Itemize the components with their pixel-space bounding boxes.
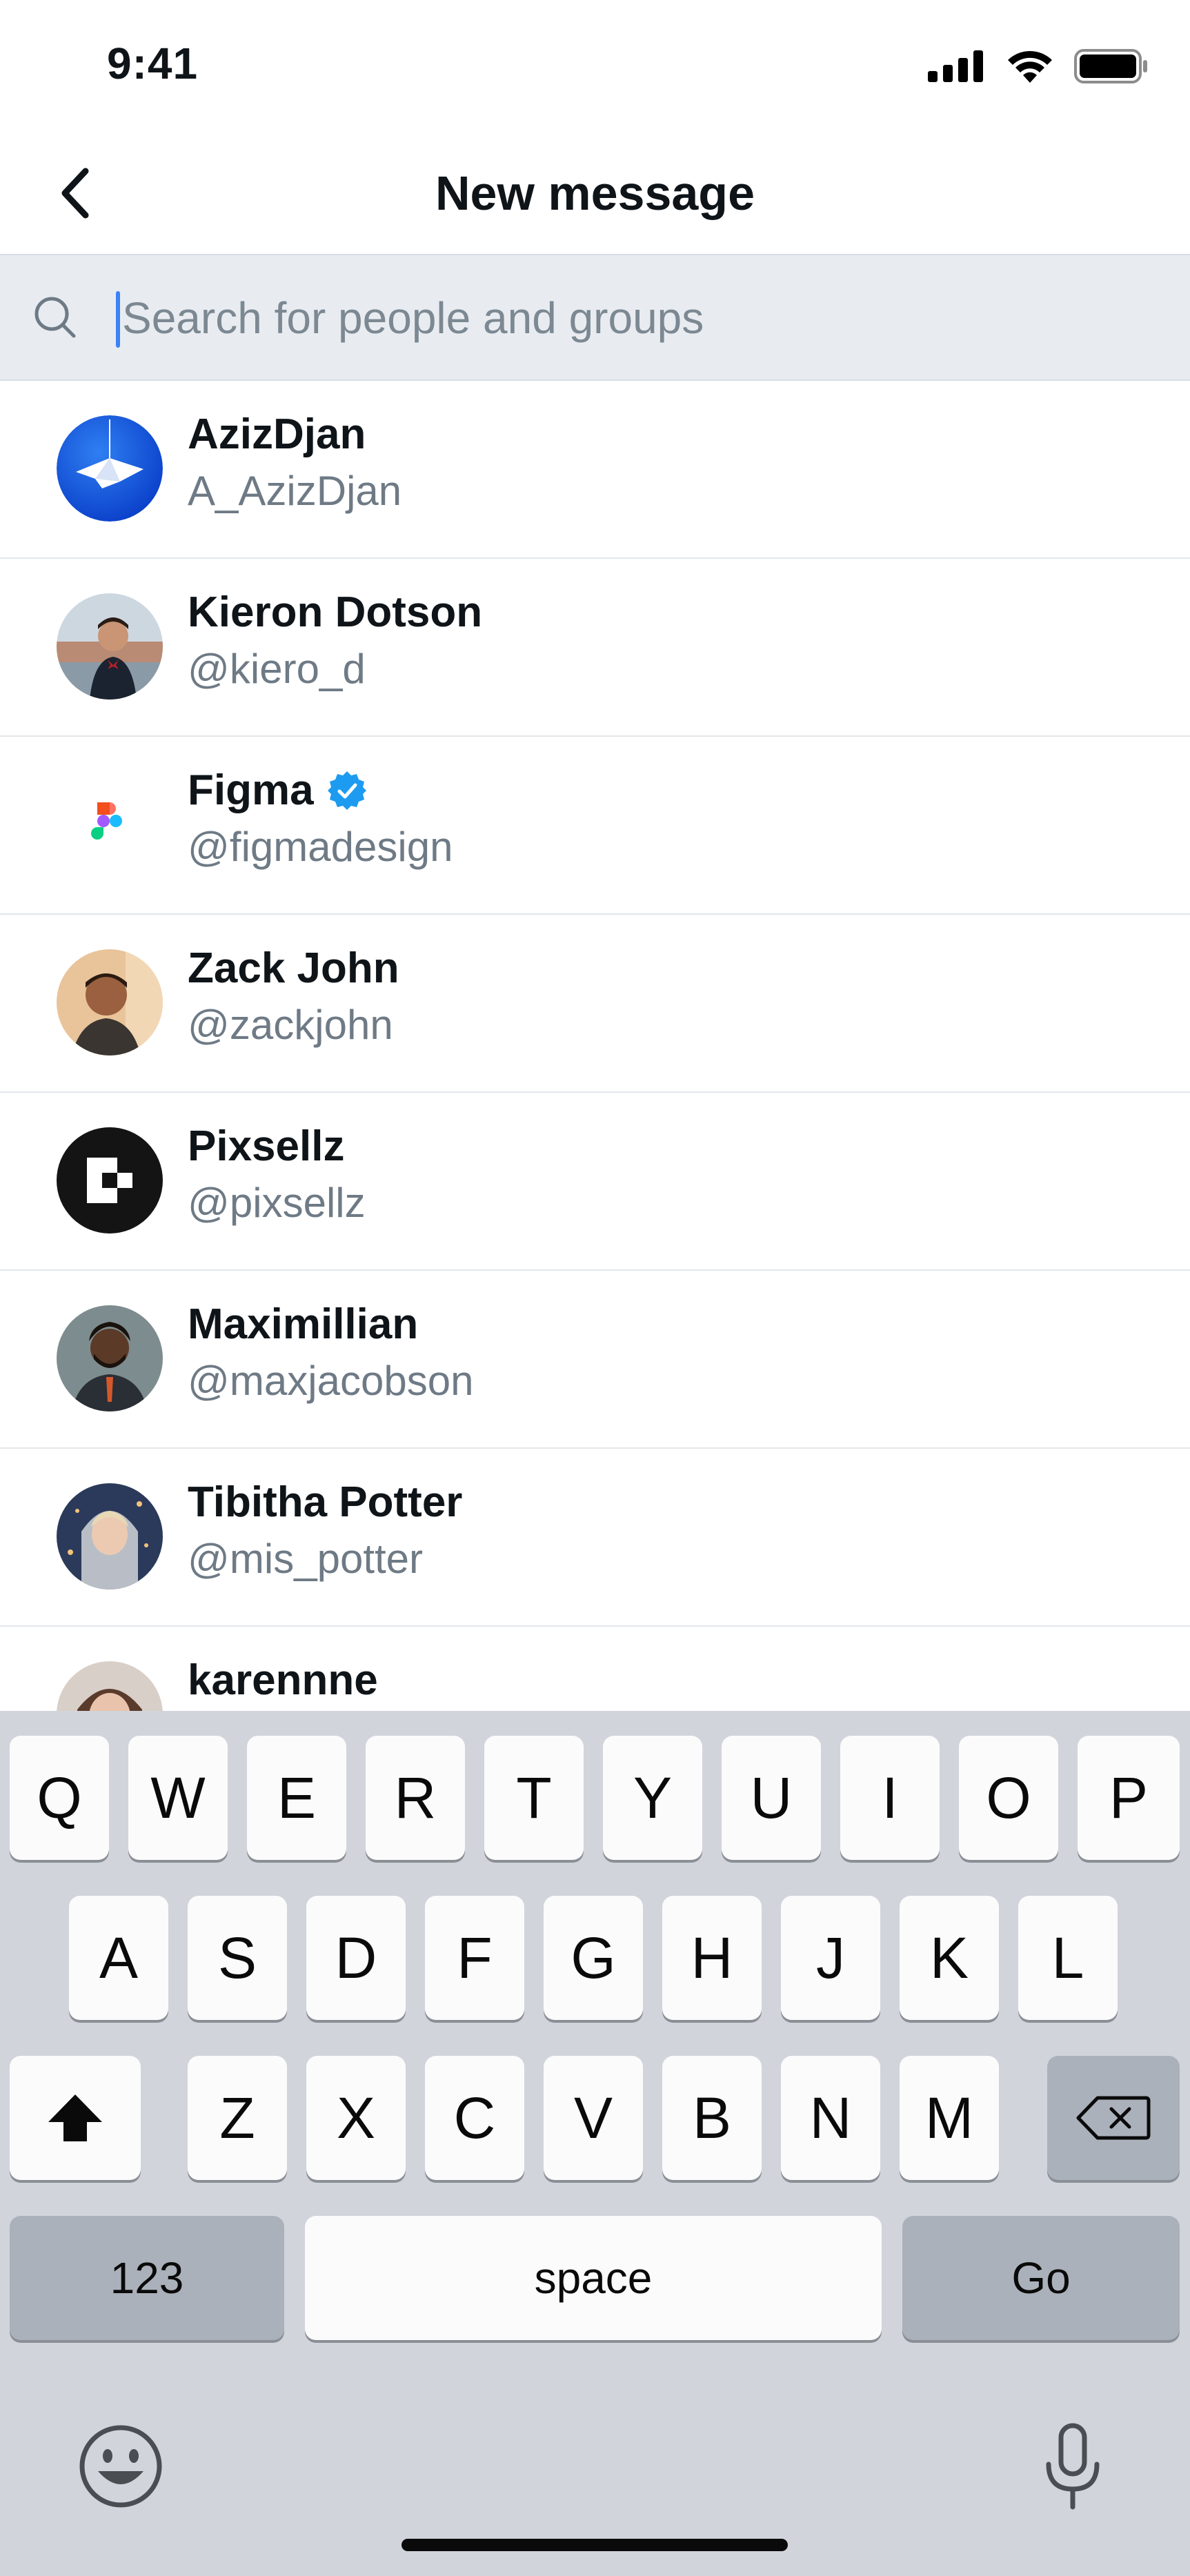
emoji-icon xyxy=(79,2425,162,2508)
key-p[interactable]: P xyxy=(1078,1736,1180,1860)
key-s[interactable]: S xyxy=(188,1896,287,2020)
avatar xyxy=(57,1305,163,1411)
contact-name: Tibitha Potter xyxy=(188,1478,463,1526)
shift-key[interactable] xyxy=(10,2056,141,2180)
key-j[interactable]: J xyxy=(781,1896,880,2020)
backspace-icon xyxy=(1076,2096,1151,2140)
dictation-button[interactable] xyxy=(1035,2421,1111,2511)
contact-handle: @maxjacobson xyxy=(188,1358,474,1404)
text-caret xyxy=(116,291,120,348)
key-e[interactable]: E xyxy=(247,1736,346,1860)
page-title: New message xyxy=(435,166,755,220)
microphone-icon xyxy=(1046,2423,1100,2510)
key-c[interactable]: C xyxy=(425,2056,524,2180)
verified-badge-icon xyxy=(327,771,366,810)
figma-logo-icon xyxy=(91,802,122,840)
list-item[interactable]: Pixsellz @pixsellz xyxy=(0,1093,1190,1271)
key-m[interactable]: M xyxy=(900,2056,999,2180)
contact-handle: @zackjohn xyxy=(188,1002,393,1048)
list-item[interactable]: Kieron Dotson @kiero_d xyxy=(0,559,1190,737)
key-z[interactable]: Z xyxy=(188,2056,287,2180)
status-icons xyxy=(928,48,1149,84)
pixsellz-logo-icon xyxy=(87,1158,132,1203)
status-time: 9:41 xyxy=(107,39,199,88)
key-g[interactable]: G xyxy=(544,1896,643,2020)
search-icon xyxy=(34,297,76,338)
avatar xyxy=(57,593,163,700)
list-item[interactable]: Tibitha Potter @mis_potter xyxy=(0,1449,1190,1627)
avatar xyxy=(57,1661,163,1711)
key-v[interactable]: V xyxy=(544,2056,643,2180)
contact-handle: A_AzizDjan xyxy=(188,468,402,514)
key-q[interactable]: Q xyxy=(10,1736,109,1860)
key-x[interactable]: X xyxy=(306,2056,406,2180)
home-indicator[interactable] xyxy=(401,2539,788,2551)
search-bar[interactable] xyxy=(0,254,1190,381)
key-l[interactable]: L xyxy=(1018,1896,1118,2020)
key-f[interactable]: F xyxy=(425,1896,524,2020)
key-h[interactable]: H xyxy=(662,1896,762,2020)
key-y[interactable]: Y xyxy=(603,1736,702,1860)
avatar xyxy=(57,1127,163,1233)
key-b[interactable]: B xyxy=(662,2056,762,2180)
contact-name: AzizDjan xyxy=(188,410,366,458)
contact-name: Zack John xyxy=(188,944,399,992)
key-w[interactable]: W xyxy=(128,1736,228,1860)
key-i[interactable]: I xyxy=(840,1736,940,1860)
numbers-key[interactable]: 123 xyxy=(10,2216,284,2340)
key-o[interactable]: O xyxy=(959,1736,1058,1860)
go-key[interactable]: Go xyxy=(902,2216,1180,2340)
contact-name: Kieron Dotson xyxy=(188,588,483,636)
wifi-icon xyxy=(1008,51,1052,83)
key-u[interactable]: U xyxy=(722,1736,821,1860)
space-key[interactable]: space xyxy=(305,2216,882,2340)
list-item[interactable]: Maximillian @maxjacobson xyxy=(0,1271,1190,1449)
avatar xyxy=(57,949,163,1056)
battery-icon xyxy=(1074,49,1147,83)
avatar xyxy=(57,1483,163,1589)
status-bar: 9:41 xyxy=(0,0,1190,131)
list-item[interactable]: Zack John @zackjohn xyxy=(0,915,1190,1093)
list-item[interactable]: Figma @figmadesign xyxy=(0,737,1190,915)
paper-crane-icon xyxy=(57,415,163,522)
search-input[interactable] xyxy=(121,283,1124,353)
contact-name: karennne xyxy=(188,1656,378,1704)
header: New message xyxy=(0,131,1190,254)
key-r[interactable]: R xyxy=(366,1736,465,1860)
contact-handle: @kiero_d xyxy=(188,646,366,692)
list-item[interactable]: AzizDjan A_AzizDjan xyxy=(0,381,1190,559)
contact-name: Figma xyxy=(188,766,314,814)
key-k[interactable]: K xyxy=(900,1896,999,2020)
contact-handle: @mis_potter xyxy=(188,1536,424,1582)
key-a[interactable]: A xyxy=(69,1896,168,2020)
key-n[interactable]: N xyxy=(781,2056,880,2180)
contact-name: Maximillian xyxy=(188,1300,419,1348)
avatar xyxy=(57,771,163,878)
keyboard: Q W E R T Y U I O P A S D F G H J K L Z … xyxy=(0,1711,1190,2576)
list-item[interactable]: karennne xyxy=(0,1627,1190,1711)
key-t[interactable]: T xyxy=(484,1736,584,1860)
contact-handle: @pixsellz xyxy=(188,1180,366,1226)
emoji-button[interactable] xyxy=(76,2421,166,2511)
key-d[interactable]: D xyxy=(306,1896,406,2020)
contact-list[interactable]: AzizDjan A_AzizDjan Kieron Dotson @kiero… xyxy=(0,381,1190,1711)
shift-arrow-icon xyxy=(48,2094,102,2141)
avatar xyxy=(57,415,163,522)
cellular-signal-icon xyxy=(928,50,983,82)
contact-name: Pixsellz xyxy=(188,1122,345,1170)
contact-handle: @figmadesign xyxy=(188,824,453,870)
backspace-key[interactable] xyxy=(1047,2056,1180,2180)
